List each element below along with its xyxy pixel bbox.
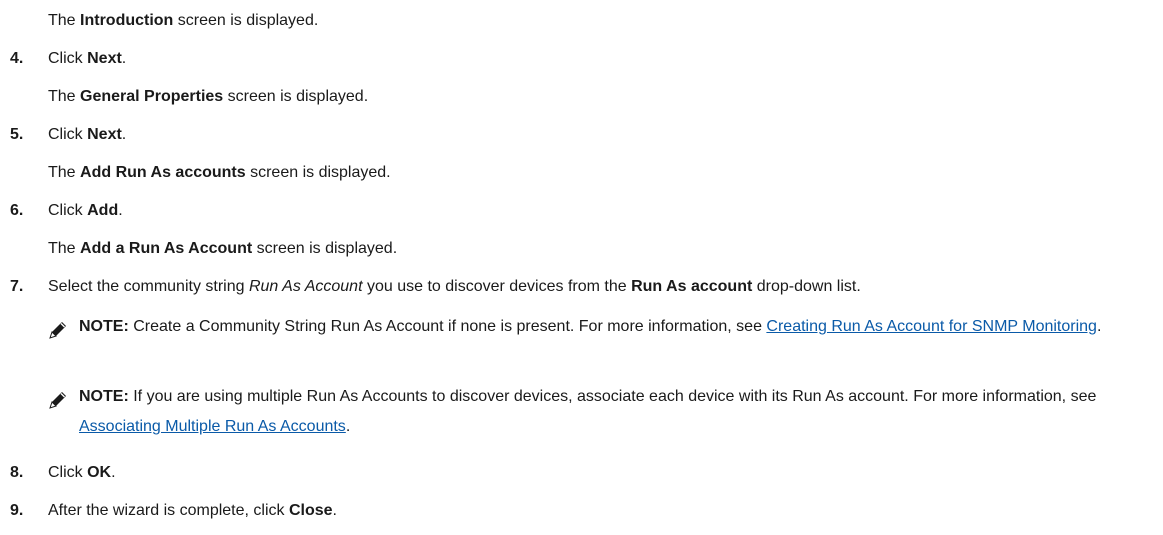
ui-button-name: OK: [87, 464, 112, 481]
step-number: 7.: [10, 278, 24, 295]
step-number: 8.: [10, 464, 24, 481]
step-action: Click Next.: [48, 50, 127, 67]
intro-text-end: screen is displayed.: [173, 12, 319, 29]
account-type: Run As Account: [248, 278, 363, 295]
step-action: Click Next.: [48, 126, 127, 143]
intro-line: The Introduction screen is displayed.: [48, 10, 318, 32]
pencil-note-icon: [49, 392, 66, 409]
link-creating-run-as-account[interactable]: Creating Run As Account for SNMP Monitor…: [766, 318, 1097, 335]
ui-button-name: Next: [87, 50, 122, 67]
ui-button-name: Next: [87, 126, 122, 143]
step-action: Select the community string Run As Accou…: [48, 278, 861, 295]
screen-name: Add Run As accounts: [80, 164, 246, 181]
step-number: 5.: [10, 126, 24, 143]
ui-button-name: Add: [87, 202, 119, 219]
note-1: NOTE: Create a Community String Run As A…: [79, 318, 1102, 335]
ui-button-name: Close: [288, 502, 333, 519]
screen-name: General Properties: [80, 88, 224, 105]
step-action: Click OK.: [48, 464, 116, 481]
note-label: NOTE:: [79, 318, 129, 335]
step-6-result: The Add a Run As Account screen is displ…: [48, 240, 398, 257]
dropdown-name: Run As account: [631, 278, 753, 295]
intro-screen-name: Introduction: [80, 12, 174, 29]
step-number: 4.: [10, 50, 24, 67]
step-5-result: The Add Run As accounts screen is displa…: [48, 164, 391, 181]
intro-text: The: [48, 12, 81, 29]
link-associating-multiple-accounts[interactable]: Associating Multiple Run As Accounts: [79, 418, 346, 435]
step-4-result: The General Properties screen is display…: [48, 88, 369, 105]
note-label: NOTE:: [79, 388, 129, 405]
step-number: 6.: [10, 202, 24, 219]
screen-name: Add a Run As Account: [80, 240, 253, 257]
pencil-note-icon: [49, 322, 66, 339]
note-2: NOTE: If you are using multiple Run As A…: [79, 388, 1097, 435]
step-number: 9.: [10, 502, 24, 519]
step-action: After the wizard is complete, click Clos…: [48, 502, 337, 519]
step-action: Click Add.: [48, 202, 123, 219]
